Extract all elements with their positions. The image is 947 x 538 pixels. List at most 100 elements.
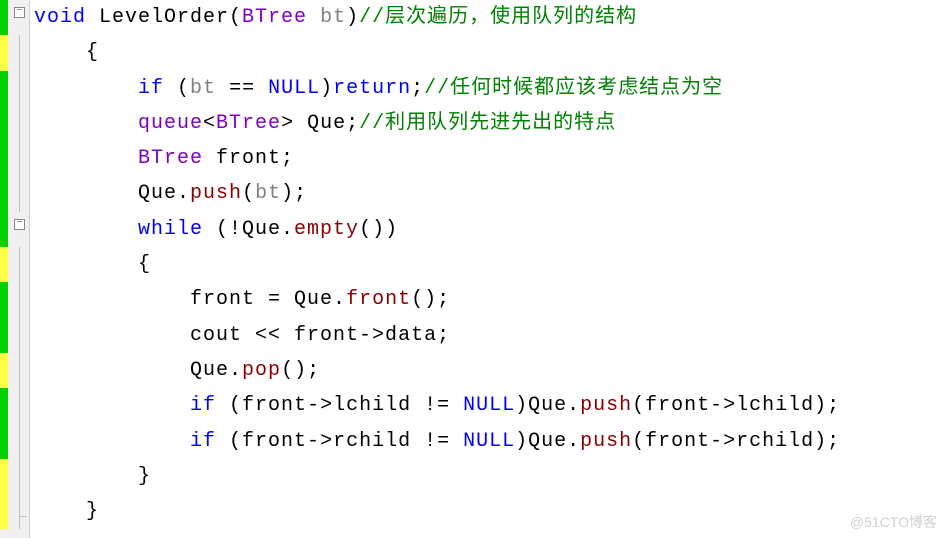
code-line[interactable]: queue<BTree> Que;//利用队列先进先出的特点 (34, 106, 947, 141)
indent (34, 394, 190, 417)
change-marker (0, 141, 8, 176)
token-txt: } (86, 500, 99, 523)
token-txt: > Que; (281, 112, 359, 135)
code-line[interactable]: Que.push(bt); (34, 176, 947, 211)
gutter: −− (0, 0, 30, 538)
fold-end (19, 516, 27, 517)
indent (34, 218, 138, 241)
token-method: push (580, 394, 632, 417)
gutter-row (0, 247, 29, 282)
fold-guide (19, 282, 20, 317)
token-param: bt (255, 182, 281, 205)
change-marker (0, 388, 8, 423)
gutter-row (0, 176, 29, 211)
token-txt: front; (203, 147, 294, 170)
gutter-row: − (0, 212, 29, 247)
gutter-row (0, 141, 29, 176)
change-marker (0, 35, 8, 70)
token-kw: if (190, 394, 216, 417)
fold-guide (19, 494, 20, 529)
token-txt: )Que. (515, 394, 580, 417)
gutter-row (0, 353, 29, 388)
token-txt: )Que. (515, 430, 580, 453)
gutter-row (0, 494, 29, 529)
gutter-row (0, 318, 29, 353)
token-txt: LevelOrder( (86, 6, 242, 29)
code-line[interactable]: { (34, 35, 947, 70)
change-marker (0, 106, 8, 141)
code-line[interactable]: cout << front->data; (34, 318, 947, 353)
token-txt: (front->lchild); (632, 394, 840, 417)
gutter-row (0, 35, 29, 70)
token-txt: front = Que. (190, 288, 346, 311)
code-line[interactable]: } (34, 459, 947, 494)
gutter-row: − (0, 0, 29, 35)
fold-guide (19, 353, 20, 388)
token-null: NULL (268, 77, 320, 100)
token-method: push (190, 182, 242, 205)
token-type: BTree (216, 112, 281, 135)
token-null: NULL (463, 394, 515, 417)
code-line[interactable]: if (bt == NULL)return;//任何时候都应该考虑结点为空 (34, 71, 947, 106)
gutter-row (0, 71, 29, 106)
change-marker (0, 494, 8, 529)
code-line[interactable]: BTree front; (34, 141, 947, 176)
gutter-row (0, 282, 29, 317)
indent (34, 465, 138, 488)
gutter-row (0, 424, 29, 459)
token-txt: (!Que. (203, 218, 294, 241)
token-kw: void (34, 6, 86, 29)
token-txt: ); (281, 182, 307, 205)
fold-guide (19, 318, 20, 353)
gutter-row (0, 106, 29, 141)
code-line[interactable]: { (34, 247, 947, 282)
indent (34, 182, 138, 205)
gutter-row (0, 388, 29, 423)
change-marker (0, 424, 8, 459)
code-line[interactable]: } (34, 494, 947, 529)
token-kw: if (190, 430, 216, 453)
token-txt: ()) (359, 218, 398, 241)
change-marker (0, 318, 8, 353)
change-marker (0, 459, 8, 494)
indent (34, 147, 138, 170)
token-comment: //利用队列先进先出的特点 (359, 112, 616, 135)
indent (34, 288, 190, 311)
indent (34, 359, 190, 382)
fold-guide (19, 247, 20, 282)
code-editor: −− void LevelOrder(BTree bt)//层次遍历，使用队列的… (0, 0, 947, 538)
token-txt: ( (164, 77, 190, 100)
fold-toggle-icon[interactable]: − (14, 7, 25, 18)
token-txt: ; (411, 77, 424, 100)
change-marker (0, 0, 8, 35)
fold-guide (19, 388, 20, 423)
code-area[interactable]: void LevelOrder(BTree bt)//层次遍历，使用队列的结构 … (30, 0, 947, 538)
indent (34, 500, 86, 523)
code-line[interactable]: if (front->rchild != NULL)Que.push(front… (34, 424, 947, 459)
token-type: queue (138, 112, 203, 135)
token-method: empty (294, 218, 359, 241)
token-comment: //任何时候都应该考虑结点为空 (424, 77, 723, 100)
fold-guide (19, 71, 20, 106)
indent (34, 112, 138, 135)
change-marker (0, 353, 8, 388)
code-line[interactable]: void LevelOrder(BTree bt)//层次遍历，使用队列的结构 (34, 0, 947, 35)
fold-guide (19, 424, 20, 459)
token-kw: return (333, 77, 411, 100)
indent (34, 41, 86, 64)
token-param: bt (320, 6, 346, 29)
change-marker (0, 71, 8, 106)
code-line[interactable]: front = Que.front(); (34, 282, 947, 317)
token-txt: { (86, 41, 99, 64)
code-line[interactable]: while (!Que.empty()) (34, 212, 947, 247)
token-txt: (front->lchild != (216, 394, 463, 417)
token-txt: } (138, 465, 151, 488)
fold-guide (19, 106, 20, 141)
indent (34, 324, 190, 347)
code-line[interactable]: Que.pop(); (34, 353, 947, 388)
token-type: BTree (138, 147, 203, 170)
indent (34, 253, 138, 276)
code-line[interactable]: if (front->lchild != NULL)Que.push(front… (34, 388, 947, 423)
fold-guide (19, 176, 20, 211)
fold-toggle-icon[interactable]: − (14, 219, 25, 230)
